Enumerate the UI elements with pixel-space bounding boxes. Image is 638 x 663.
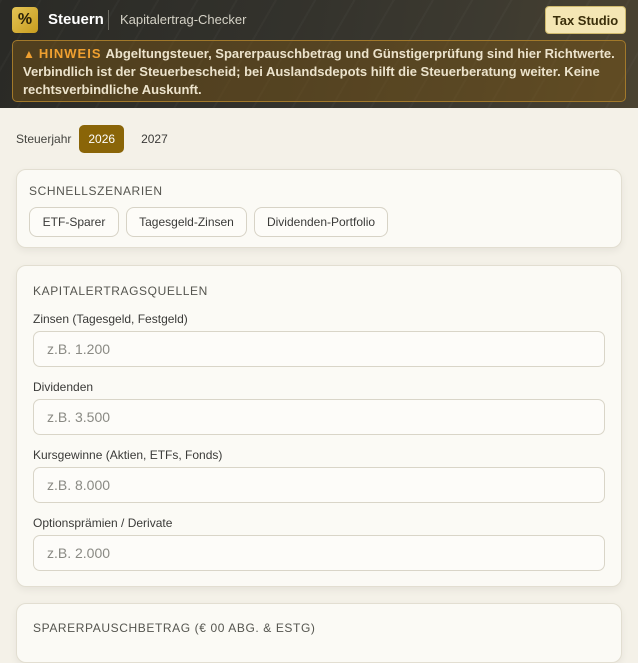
- scenario-dividenden-portfolio[interactable]: Dividenden-Portfolio: [254, 207, 388, 237]
- quick-scenarios-card: SCHNELLSZENARIEN ETF-Sparer Tagesgeld-Zi…: [16, 169, 622, 248]
- kursgewinne-input[interactable]: [33, 467, 605, 503]
- scenario-tagesgeld-zinsen[interactable]: Tagesgeld-Zinsen: [126, 207, 247, 237]
- notice-text: Abgeltungsteuer, Sparerpauschbetrag und …: [23, 46, 615, 97]
- sparerpauschbetrag-title: SPARERPAUSCHBETRAG (€ 00 ABG. & ESTG): [33, 621, 316, 635]
- percent-logo-icon: %: [12, 7, 38, 33]
- dividenden-input[interactable]: [33, 399, 605, 435]
- income-sources-title: KAPITALERTRAGSQUELLEN: [33, 284, 208, 298]
- field-label-optionspraemien: Optionsprämien / Derivate: [33, 516, 173, 530]
- header-divider: [108, 10, 109, 30]
- app-subtitle: Kapitalertrag-Checker: [120, 12, 247, 27]
- app-header: % Steuern Kapitalertrag-Checker Tax Stud…: [0, 0, 638, 108]
- notice-banner: ▲ HINWEIS Abgeltungsteuer, Sparerpauschbet…: [12, 40, 626, 102]
- quick-scenarios-title: SCHNELLSZENARIEN: [29, 184, 163, 198]
- optionspraemien-input[interactable]: [33, 535, 605, 571]
- field-label-zinsen: Zinsen (Tagesgeld, Festgeld): [33, 312, 188, 326]
- year-selector: Steuerjahr 2026 2027: [16, 125, 185, 153]
- warning-icon: ▲: [23, 47, 35, 61]
- income-sources-card: KAPITALERTRAGSQUELLEN Zinsen (Tagesgeld,…: [16, 265, 622, 587]
- scenario-etf-sparer[interactable]: ETF-Sparer: [29, 207, 119, 237]
- notice-label: HINWEIS: [38, 46, 102, 61]
- field-label-kursgewinne: Kursgewinne (Aktien, ETFs, Fonds): [33, 448, 223, 462]
- app-name: Steuern: [48, 11, 104, 28]
- tax-studio-button[interactable]: Tax Studio: [545, 6, 626, 34]
- year-option-2026[interactable]: 2026: [79, 125, 125, 153]
- field-label-dividenden: Dividenden: [33, 380, 94, 394]
- year-label: Steuerjahr: [16, 132, 72, 146]
- zinsen-input[interactable]: [33, 331, 605, 367]
- sparerpauschbetrag-card: SPARERPAUSCHBETRAG (€ 00 ABG. & ESTG): [16, 603, 622, 663]
- year-option-2027[interactable]: 2027: [132, 125, 177, 153]
